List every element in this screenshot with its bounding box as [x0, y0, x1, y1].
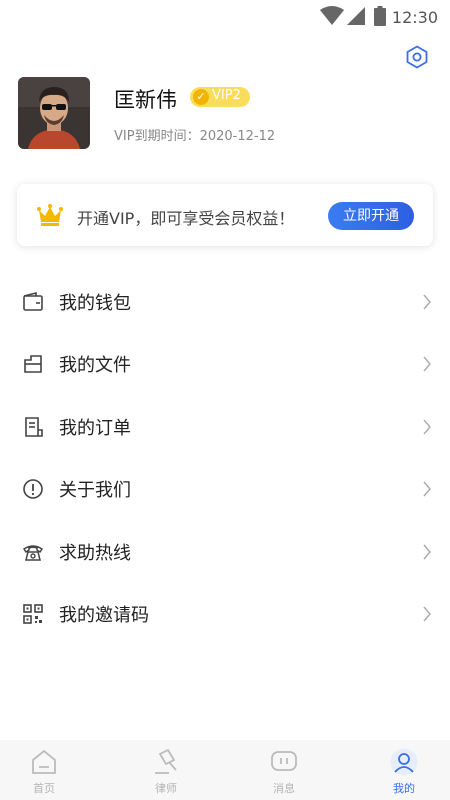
chevron-right-icon	[423, 294, 431, 310]
menu-item-files[interactable]: 我的文件	[0, 333, 450, 395]
file-icon	[24, 355, 42, 373]
tab-label: 首页	[33, 782, 55, 795]
message-icon	[271, 751, 297, 771]
vip-badge: ✓ VIP2	[190, 87, 250, 107]
user-icon	[390, 748, 418, 776]
status-time: 12:30	[391, 8, 438, 27]
menu-item-orders[interactable]: 我的订单	[0, 396, 450, 458]
chevron-right-icon	[423, 481, 431, 497]
crown-icon	[37, 204, 63, 226]
menu-item-about[interactable]: 关于我们	[0, 458, 450, 520]
chevron-right-icon	[423, 544, 431, 560]
wallet-icon	[23, 291, 43, 311]
vip-level: VIP2	[212, 88, 241, 103]
battery-icon	[374, 6, 386, 26]
tab-label: 律师	[155, 782, 177, 795]
chevron-right-icon	[423, 356, 431, 372]
menu-label: 关于我们	[59, 480, 131, 501]
tab-lawyer[interactable]: 律师	[110, 740, 222, 800]
phone-icon	[22, 545, 44, 561]
username: 匡新伟	[114, 88, 177, 112]
signal-icon	[347, 7, 365, 25]
menu-label: 我的文件	[59, 355, 131, 376]
menu-item-wallet[interactable]: 我的钱包	[0, 271, 450, 333]
wifi-icon	[320, 6, 344, 25]
tab-label: 我的	[393, 782, 415, 795]
tab-home[interactable]: 首页	[0, 740, 100, 800]
settings-hex-icon[interactable]	[405, 45, 429, 69]
tab-label: 消息	[273, 782, 295, 795]
avatar[interactable]	[18, 77, 90, 149]
tab-messages[interactable]: 消息	[228, 740, 340, 800]
qrcode-icon	[23, 604, 43, 624]
bottom-tab-bar: 首页 律师 消息 我的	[0, 740, 450, 800]
vip-promo-card: 开通VIP，即可享受会员权益！ 立即开通	[17, 184, 433, 246]
vip-expire-date: VIP到期时间：2020-12-12	[114, 129, 276, 144]
open-vip-button[interactable]: 立即开通	[328, 202, 414, 230]
vip-promo-text: 开通VIP，即可享受会员权益！	[77, 209, 295, 228]
gavel-icon	[155, 748, 177, 774]
chevron-right-icon	[423, 419, 431, 435]
status-bar: 12:30	[0, 0, 450, 34]
menu-label: 我的订单	[59, 418, 131, 439]
menu-label: 我的邀请码	[59, 605, 149, 626]
home-icon	[32, 749, 56, 774]
menu-label: 求助热线	[59, 543, 131, 564]
info-icon	[23, 479, 43, 499]
menu-item-invite-code[interactable]: 我的邀请码	[0, 583, 450, 645]
menu-item-hotline[interactable]: 求助热线	[0, 521, 450, 583]
vip-check-icon: ✓	[193, 89, 209, 105]
chevron-right-icon	[423, 606, 431, 622]
tab-mine[interactable]: 我的	[348, 740, 450, 800]
menu-label: 我的钱包	[59, 293, 131, 314]
order-icon	[25, 417, 43, 437]
avatar-photo	[18, 77, 90, 149]
